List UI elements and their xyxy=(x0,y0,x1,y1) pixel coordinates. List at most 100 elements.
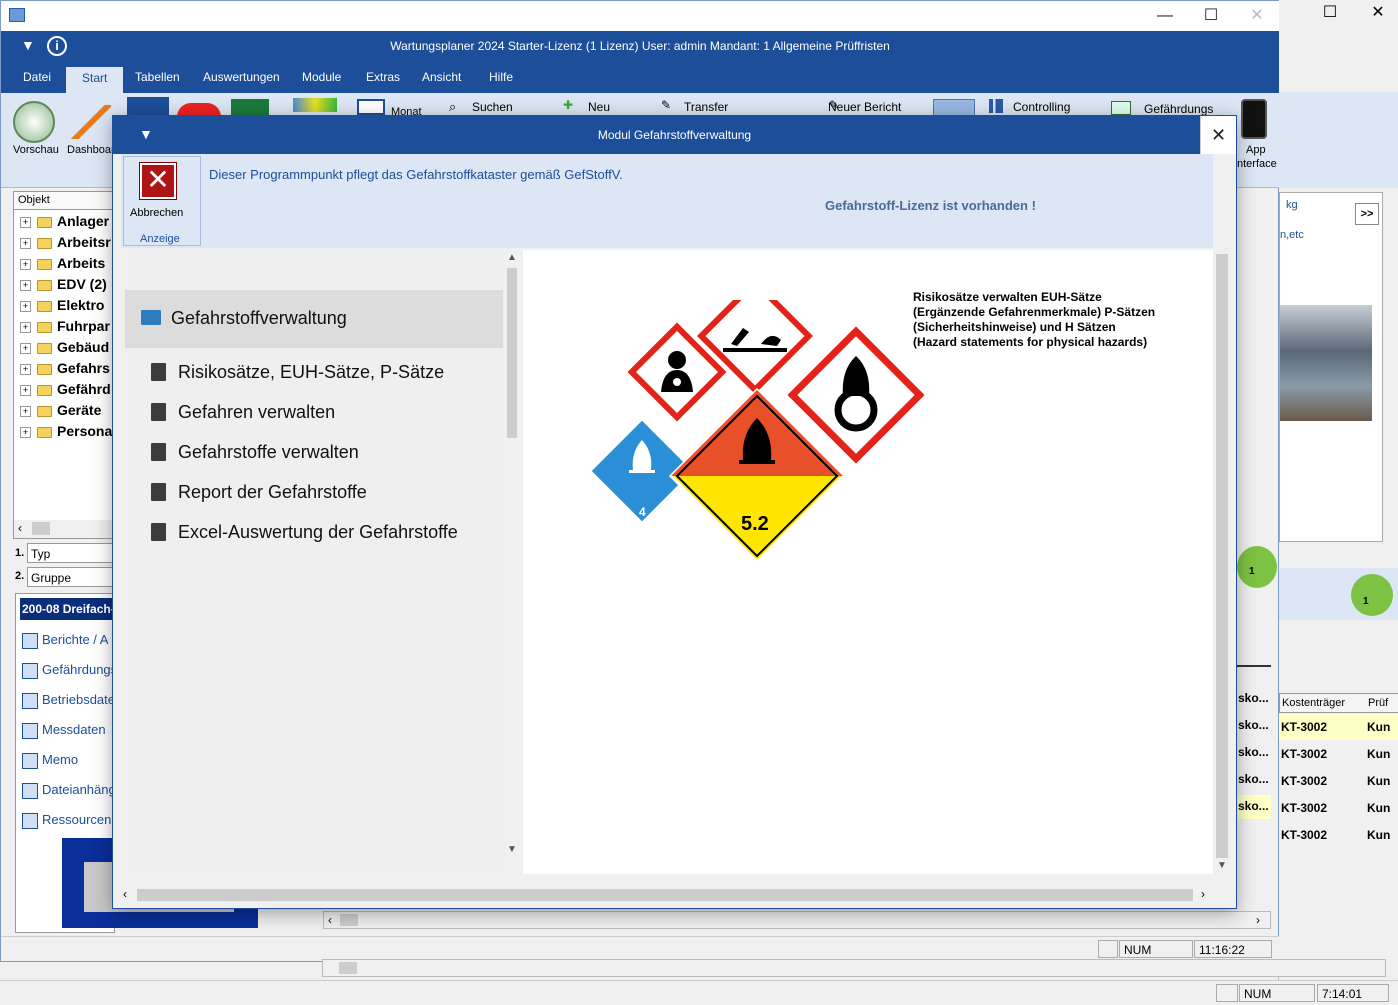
main-hscroll[interactable]: ‹ › xyxy=(323,911,1271,929)
tree-item[interactable]: + Elektro xyxy=(20,297,104,318)
search-button[interactable]: Suchen xyxy=(472,100,513,114)
new-button[interactable]: Neu xyxy=(588,100,610,114)
scroll-left-icon[interactable]: ‹ xyxy=(123,887,127,901)
grid-cell-kt[interactable]: KT-3002 xyxy=(1281,720,1327,734)
month-icon[interactable] xyxy=(357,99,385,115)
transfer-button[interactable]: Transfer xyxy=(684,100,728,114)
preview-icon[interactable] xyxy=(13,101,55,143)
menu-start[interactable]: Start xyxy=(66,67,124,95)
nav-attachments[interactable]: Dateianhäng xyxy=(22,782,116,799)
risk-assessment-button[interactable]: Gefährdungs xyxy=(1144,102,1213,116)
close-icon[interactable]: ✕ xyxy=(1237,5,1277,27)
nav-reports[interactable]: Berichte / A xyxy=(22,632,108,649)
grid-cell-k[interactable]: Kun xyxy=(1367,720,1390,734)
tree-item[interactable]: + Geräte xyxy=(20,402,101,423)
scroll-left-icon[interactable]: ‹ xyxy=(18,521,22,535)
grid-cell-kt[interactable]: KT-3002 xyxy=(1281,801,1327,815)
user-avatar-icon[interactable]: 1 xyxy=(1351,574,1393,616)
grid-cell-kt[interactable]: KT-3002 xyxy=(1281,828,1327,842)
scroll-left-icon[interactable]: ‹ xyxy=(328,913,332,927)
tree-item[interactable]: + Arbeits xyxy=(20,255,105,276)
maximize-icon[interactable]: ☐ xyxy=(1191,5,1231,27)
grid-cell-prefix[interactable]: sko... xyxy=(1238,772,1269,786)
preview-button[interactable]: Vorschau xyxy=(13,144,59,156)
scroll-thumb[interactable] xyxy=(1216,254,1228,858)
nav-measurements[interactable]: Messdaten xyxy=(22,722,106,739)
new-report-button[interactable]: Neuer Bericht xyxy=(828,100,901,114)
dashboard-icon[interactable] xyxy=(71,105,111,139)
menu-vscroll[interactable]: ▲ ▼ xyxy=(505,250,519,874)
scroll-right-icon[interactable]: › xyxy=(1201,887,1205,901)
tree-item[interactable]: + Fuhrpar xyxy=(20,318,110,339)
grid-cell-prefix[interactable]: sko... xyxy=(1238,718,1269,732)
risk-icon[interactable] xyxy=(1111,101,1131,115)
grid-cell-prefix[interactable]: sko... xyxy=(1238,745,1269,759)
bg-hscroll[interactable] xyxy=(322,959,1386,977)
menu-manage-hazards[interactable]: Gefahren verwalten xyxy=(151,402,335,423)
grid-cell-k[interactable]: Kun xyxy=(1367,801,1390,815)
new-icon[interactable]: ✚ xyxy=(563,98,573,112)
status-icon[interactable] xyxy=(293,98,337,112)
nav-resources[interactable]: Ressourcen xyxy=(22,812,111,829)
tree-item[interactable]: + Anlager xyxy=(20,213,109,234)
nav-memo[interactable]: Memo xyxy=(22,752,78,769)
scroll-thumb[interactable] xyxy=(339,962,357,974)
menu-tabellen[interactable]: Tabellen xyxy=(135,70,180,84)
tree-item[interactable]: + Arbeitsr xyxy=(20,234,111,255)
grid-cell-k[interactable]: Kun xyxy=(1367,747,1390,761)
filter-type-field[interactable]: Typ xyxy=(27,543,115,563)
tree-item[interactable]: + Gebäud xyxy=(20,339,109,360)
grid-cell-kt[interactable]: KT-3002 xyxy=(1281,774,1327,788)
grid-cell-prefix[interactable]: sko... xyxy=(1238,799,1269,813)
nav-risk[interactable]: Gefährdungs xyxy=(22,662,117,679)
bg-close-icon[interactable]: ✕ xyxy=(1363,2,1393,22)
module-heading[interactable]: Gefahrstoffverwaltung xyxy=(141,308,347,329)
menu-manage-substances[interactable]: Gefahrstoffe verwalten xyxy=(151,442,359,463)
controlling-icon[interactable] xyxy=(989,99,1003,113)
menu-hilfe[interactable]: Hilfe xyxy=(489,70,513,84)
scroll-thumb[interactable] xyxy=(32,522,50,535)
col-pruef[interactable]: Prüf xyxy=(1368,697,1388,709)
menu-risk-phrases[interactable]: Risikosätze, EUH-Sätze, P-Sätze xyxy=(151,362,444,383)
bg-maximize-icon[interactable]: ☐ xyxy=(1315,2,1345,22)
menu-ansicht[interactable]: Ansicht xyxy=(422,70,461,84)
scroll-right-icon[interactable]: › xyxy=(1256,913,1260,927)
menu-extras[interactable]: Extras xyxy=(366,70,400,84)
cancel-button[interactable]: Abbrechen xyxy=(130,207,183,219)
menu-substance-report[interactable]: Report der Gefahrstoffe xyxy=(151,482,367,503)
dialog-close-icon[interactable]: ✕ xyxy=(1200,116,1236,154)
calendar-icon[interactable] xyxy=(127,97,169,115)
dialog-hscroll[interactable]: ‹ › xyxy=(121,886,1213,904)
menu-auswertungen[interactable]: Auswertungen xyxy=(203,70,280,84)
dashboard-button[interactable]: Dashboar xyxy=(67,144,115,156)
scroll-thumb[interactable] xyxy=(137,889,1193,901)
grid-cell-prefix[interactable]: sko... xyxy=(1238,691,1269,705)
col-kostentraeger[interactable]: Kostenträger xyxy=(1282,697,1345,709)
phone-icon[interactable] xyxy=(1241,99,1267,139)
menu-excel-export[interactable]: Excel-Auswertung der Gefahrstoffe xyxy=(151,522,458,543)
tree-item[interactable]: + Persona xyxy=(20,423,112,444)
app-interface-button[interactable]: App xyxy=(1246,144,1266,156)
nav-operating-data[interactable]: Betriebsdate xyxy=(22,692,115,709)
bg-vscroll[interactable] xyxy=(1383,192,1398,548)
tree-item[interactable]: + Gefahrs xyxy=(20,360,110,381)
scroll-down-icon[interactable]: ▼ xyxy=(507,844,517,855)
table-icon[interactable] xyxy=(231,99,269,115)
tree-hscroll[interactable]: ‹ xyxy=(14,520,114,538)
transfer-icon[interactable]: ✎ xyxy=(661,98,671,112)
tree-item[interactable]: + EDV (2) xyxy=(20,276,107,297)
minimize-icon[interactable]: — xyxy=(1145,5,1185,27)
user-avatar-icon[interactable]: 1 xyxy=(1237,546,1277,588)
expand-button[interactable]: >> xyxy=(1355,203,1379,225)
scroll-down-icon[interactable]: ▼ xyxy=(1217,860,1227,871)
menu-datei[interactable]: Datei xyxy=(23,70,51,84)
grid-cell-k[interactable]: Kun xyxy=(1367,828,1390,842)
menu-module[interactable]: Module xyxy=(302,70,341,84)
controlling-button[interactable]: Controlling xyxy=(1013,100,1070,114)
tree-header[interactable]: Objekt xyxy=(14,192,114,210)
dialog-vscroll[interactable]: ▼ xyxy=(1214,254,1230,874)
filter-group-field[interactable]: Gruppe xyxy=(27,567,115,587)
scroll-up-icon[interactable]: ▲ xyxy=(507,252,517,263)
grid-cell-k[interactable]: Kun xyxy=(1367,774,1390,788)
tree-item[interactable]: + Gefährd xyxy=(20,381,111,402)
